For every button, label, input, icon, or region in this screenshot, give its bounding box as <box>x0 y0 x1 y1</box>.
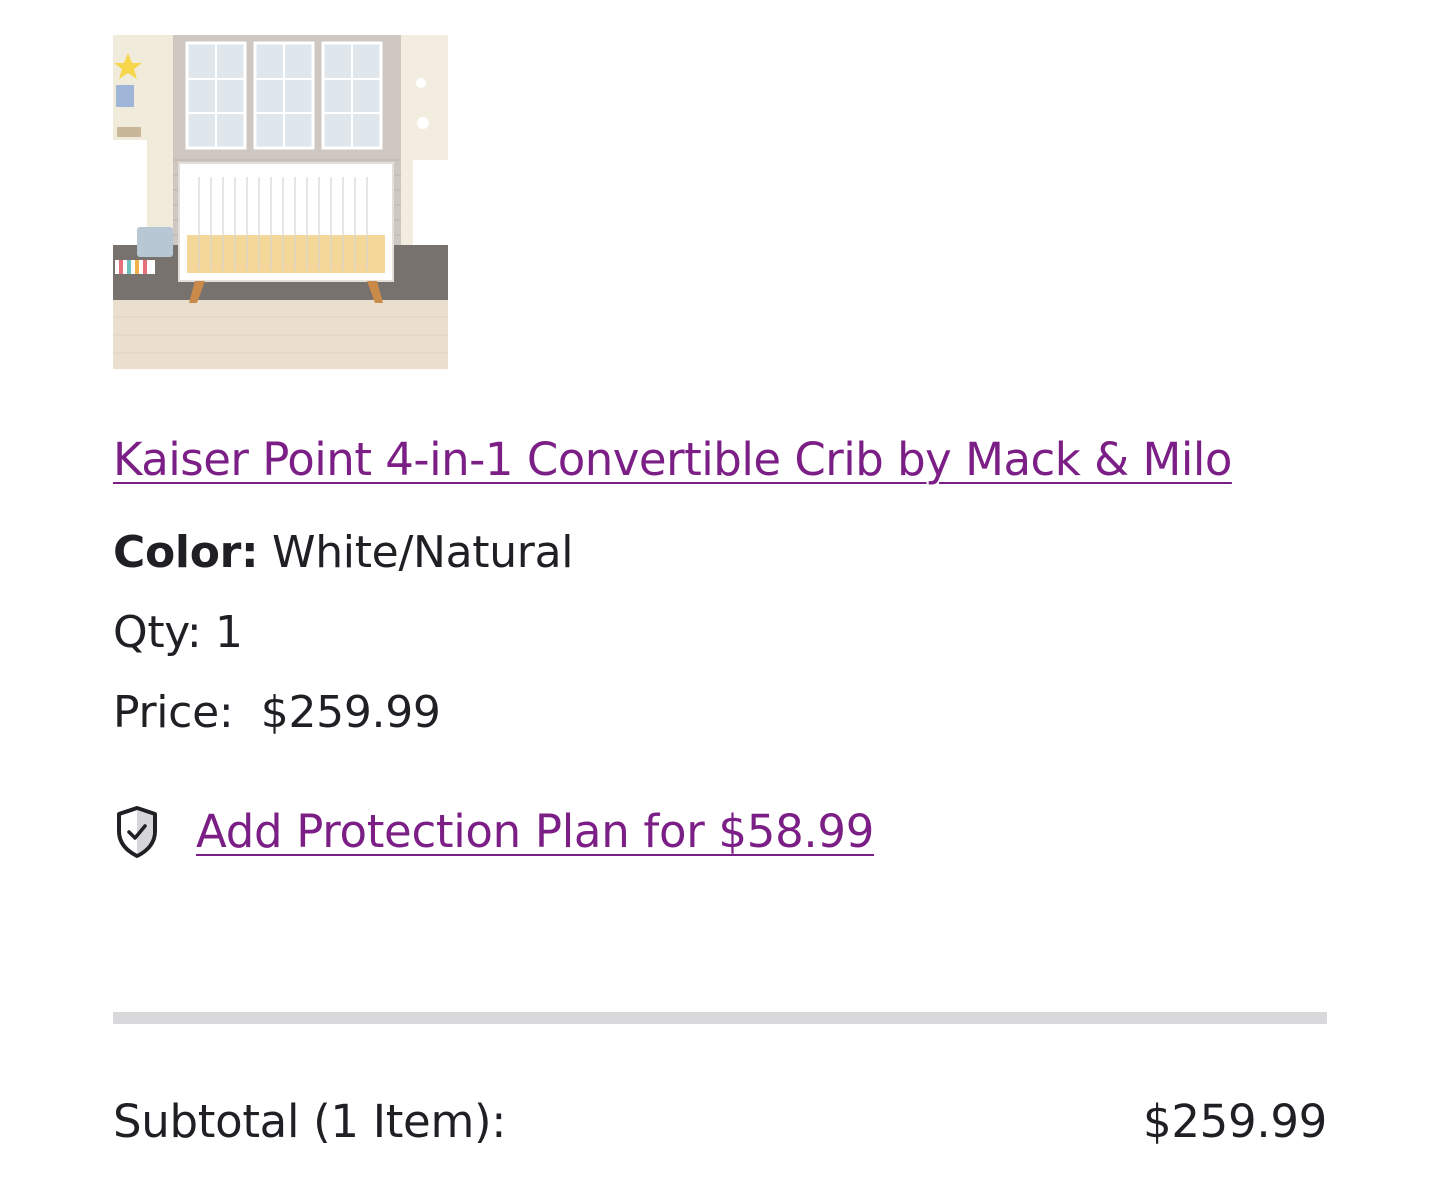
subtotal-row: Subtotal (1 Item): $259.99 <box>113 1082 1327 1162</box>
protection-plan-row: Add Protection Plan for $58.99 <box>113 792 1327 872</box>
product-color: Color: White/Natural <box>113 513 1327 593</box>
product-image[interactable] <box>113 35 448 369</box>
cart-item: Kaiser Point 4-in-1 Convertible Crib by … <box>113 35 1327 872</box>
subtotal-label: Subtotal (1 Item): <box>113 1095 507 1148</box>
product-quantity: Qty: 1 <box>113 593 1327 673</box>
shield-check-icon <box>117 806 157 858</box>
color-value: White/Natural <box>272 527 574 578</box>
product-price: Price: $259.99 <box>113 673 1327 753</box>
qty-label: Qty: <box>113 607 202 658</box>
price-label: Price: <box>113 687 234 738</box>
product-title-link[interactable]: Kaiser Point 4-in-1 Convertible Crib by … <box>113 419 1283 500</box>
qty-value: 1 <box>215 607 243 658</box>
section-divider <box>113 1012 1327 1024</box>
subtotal-value: $259.99 <box>1143 1095 1327 1148</box>
add-protection-plan-link[interactable]: Add Protection Plan for $58.99 <box>196 792 874 872</box>
color-label: Color: <box>113 527 259 578</box>
price-value: $259.99 <box>260 687 441 738</box>
